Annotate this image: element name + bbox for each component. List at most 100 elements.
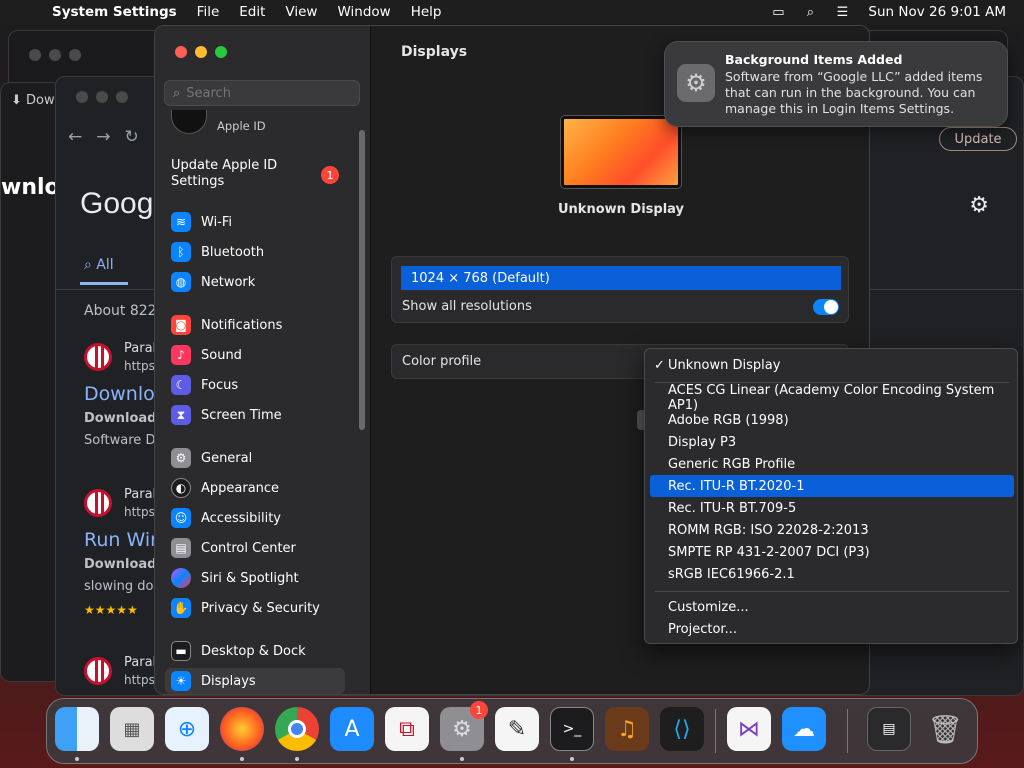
- dropdown-option-projector[interactable]: Projector...: [650, 618, 1014, 640]
- menu-edit[interactable]: Edit: [239, 4, 265, 20]
- app-store-icon[interactable]: A: [330, 707, 374, 751]
- sidebar-item-notifications[interactable]: ◙ Notifications: [165, 312, 345, 338]
- resolution-option-selected[interactable]: 1024 × 768 (Default): [401, 266, 841, 290]
- sidebar-item-label: Control Center: [201, 540, 296, 556]
- dropdown-option-customize[interactable]: Customize...: [650, 596, 1014, 618]
- notification-body: Software from “Google LLC” added items t…: [725, 69, 983, 116]
- sidebar-item-accessibility[interactable]: ☺ Accessibility: [165, 505, 345, 531]
- sidebar-item-focus[interactable]: ☾ Focus: [165, 372, 345, 398]
- dropdown-option-checked[interactable]: ✓ Unknown Display: [650, 354, 1014, 376]
- sidebar-item-screen-time[interactable]: ⧗ Screen Time: [165, 402, 345, 428]
- safari-icon[interactable]: ⊕: [165, 707, 209, 751]
- window-controls: [175, 46, 227, 58]
- dropdown-option[interactable]: SMPTE RP 431-2-2007 DCI (P3): [650, 541, 1014, 563]
- menu-help[interactable]: Help: [411, 4, 442, 20]
- display-thumbnail[interactable]: [561, 116, 681, 188]
- update-badge: 1: [321, 166, 339, 184]
- control-center-icon[interactable]: ☰: [826, 5, 858, 20]
- parallels-logo-icon: [84, 343, 112, 371]
- screen-mirroring-icon[interactable]: ▭: [762, 5, 794, 20]
- dropdown-option[interactable]: Adobe RGB (1998): [650, 409, 1014, 431]
- sidebar-item-network[interactable]: ◍ Network: [165, 269, 345, 295]
- spotlight-search-icon[interactable]: ⌕: [794, 5, 826, 20]
- sidebar-item-appearance[interactable]: ◐ Appearance: [165, 475, 345, 501]
- minimize-window-button[interactable]: [195, 46, 207, 58]
- trash-icon[interactable]: 🗑: [923, 707, 967, 751]
- app-menu[interactable]: System Settings: [52, 4, 177, 20]
- result-site-name: Paral: [124, 655, 157, 670]
- dropdown-option[interactable]: sRGB IEC61966-2.1: [650, 563, 1014, 585]
- settings-search[interactable]: ⌕: [164, 80, 360, 106]
- sidebar-scrollbar[interactable]: [359, 130, 365, 430]
- color-profile-dropdown[interactable]: ✓ Unknown Display ACES CG Linear (Academ…: [644, 348, 1018, 644]
- recent-window-icon[interactable]: ▤: [867, 707, 911, 751]
- checkmark-icon: ✓: [654, 357, 665, 373]
- sidebar-item-label: Wi-Fi: [201, 214, 233, 230]
- dropdown-option[interactable]: Display P3: [650, 431, 1014, 453]
- finder-icon[interactable]: [55, 707, 99, 751]
- sidebar-item-general[interactable]: ⚙ General: [165, 445, 345, 471]
- google-settings-gear-icon[interactable]: ⚙: [969, 193, 989, 218]
- sidebar-item-siri-spotlight[interactable]: Siri & Spotlight: [165, 565, 345, 591]
- sidebar-item-privacy-security[interactable]: ✋ Privacy & Security: [165, 595, 345, 621]
- textedit-icon[interactable]: ✎: [495, 707, 539, 751]
- browser-update-button[interactable]: Update: [939, 127, 1017, 151]
- sidebar-item-displays[interactable]: ☀ Displays: [165, 668, 345, 694]
- launchpad-icon[interactable]: ▦: [110, 707, 154, 751]
- back-arrow-icon[interactable]: ←: [68, 127, 82, 147]
- appearance-icon: ◐: [171, 478, 191, 498]
- hand-icon: ✋: [171, 598, 191, 618]
- dropdown-option[interactable]: ACES CG Linear (Academy Color Encoding S…: [650, 383, 1014, 413]
- weather-icon[interactable]: ☁: [782, 707, 826, 751]
- dropdown-option[interactable]: Generic RGB Profile: [650, 453, 1014, 475]
- garageband-icon[interactable]: ♫: [605, 707, 649, 751]
- moon-icon: ☾: [171, 375, 191, 395]
- dropdown-option[interactable]: Rec. ITU-R BT.709-5: [650, 497, 1014, 519]
- downloads-window: ⬇ Dow wnloa: [0, 82, 75, 682]
- menu-file[interactable]: File: [197, 4, 220, 20]
- dock: ▦ ⊕ A ⧉ ⚙ 1 ✎ >_ ♫ ⟨⟩ ⋈ ☁ ▤ 🗑: [46, 698, 978, 764]
- sidebar-item-label: Bluetooth: [201, 244, 265, 260]
- apple-id-label[interactable]: Apple ID: [217, 119, 266, 133]
- download-tab-label: Dow: [26, 93, 55, 108]
- tab-all[interactable]: All: [96, 257, 113, 273]
- sidebar-item-control-center[interactable]: ▤ Control Center: [165, 535, 345, 561]
- forward-arrow-icon[interactable]: →: [96, 127, 110, 147]
- sidebar-item-desktop-dock[interactable]: ▬ Desktop & Dock: [165, 638, 345, 664]
- dock-badge: 1: [470, 701, 488, 719]
- rating-stars: ★★★★★: [84, 603, 138, 617]
- notification-banner[interactable]: ⚙ Background Items Added Software from “…: [664, 41, 1008, 127]
- menu-clock[interactable]: Sun Nov 26 9:01 AM: [868, 4, 1006, 20]
- dropdown-option[interactable]: ROMM RGB: ISO 22028-2:2013: [650, 519, 1014, 541]
- control-center-icon: ▤: [171, 538, 191, 558]
- search-input[interactable]: [186, 85, 337, 101]
- visual-studio-icon[interactable]: ⋈: [727, 707, 771, 751]
- settings-sidebar: ⌕ Apple ID Update Apple ID Settings 1 ≋ …: [155, 26, 371, 694]
- update-apple-id-settings[interactable]: Update Apple ID Settings: [171, 158, 311, 190]
- dock-running-indicator: [240, 757, 244, 761]
- chrome-center-icon: [288, 720, 306, 738]
- accessibility-icon: ☺: [171, 508, 191, 528]
- sidebar-item-wifi[interactable]: ≋ Wi-Fi: [165, 209, 345, 235]
- sidebar-item-label: Accessibility: [201, 510, 281, 526]
- show-all-resolutions-toggle[interactable]: [813, 299, 839, 315]
- firefox-icon[interactable]: [220, 707, 264, 751]
- menu-view[interactable]: View: [285, 4, 317, 20]
- reload-icon[interactable]: ↻: [125, 127, 139, 147]
- close-window-button[interactable]: [175, 46, 187, 58]
- parallels-icon[interactable]: ⧉: [385, 707, 429, 751]
- notification-title: Background Items Added: [725, 52, 903, 67]
- show-all-resolutions-label: Show all resolutions: [402, 299, 532, 314]
- avatar[interactable]: [171, 110, 207, 134]
- sidebar-item-bluetooth[interactable]: ᛒ Bluetooth: [165, 239, 345, 265]
- dropdown-option-highlighted[interactable]: Rec. ITU-R BT.2020-1: [650, 475, 1014, 497]
- menu-window[interactable]: Window: [337, 4, 390, 20]
- vscode-icon[interactable]: ⟨⟩: [660, 707, 704, 751]
- result-snippet-2: slowing dow: [84, 579, 165, 594]
- display-name: Unknown Display: [557, 202, 685, 217]
- result-title-link[interactable]: Run Win: [84, 529, 162, 551]
- chrome-icon[interactable]: [275, 707, 319, 751]
- terminal-icon[interactable]: >_: [550, 707, 594, 751]
- zoom-window-button[interactable]: [215, 46, 227, 58]
- sidebar-item-sound[interactable]: ♪ Sound: [165, 342, 345, 368]
